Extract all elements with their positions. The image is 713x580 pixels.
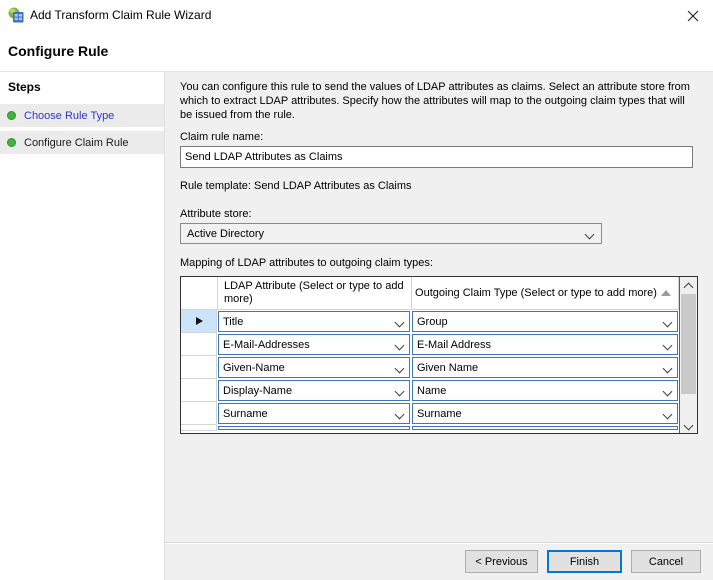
ldap-attribute-select[interactable]: Title xyxy=(218,311,410,332)
row-selector[interactable] xyxy=(181,333,217,356)
column-header-label: LDAP Attribute (Select or type to add mo… xyxy=(224,280,411,306)
outgoing-claim-type-cell: Group xyxy=(411,310,679,333)
previous-button[interactable]: < Previous xyxy=(465,550,538,573)
row-selector[interactable] xyxy=(181,379,217,402)
grid-scrollbar[interactable] xyxy=(679,277,697,433)
outgoing-claim-type-cell: Surname xyxy=(411,402,679,425)
window-title: Add Transform Claim Rule Wizard xyxy=(30,0,211,30)
chevron-down-icon xyxy=(395,318,405,328)
attribute-store-label: Attribute store: xyxy=(180,208,252,220)
chevron-down-icon xyxy=(663,410,673,420)
grid-header-row: LDAP Attribute (Select or type to add mo… xyxy=(181,277,679,310)
step-choose-rule-type[interactable]: Choose Rule Type xyxy=(0,104,164,127)
chevron-down-icon xyxy=(395,410,405,420)
attribute-store-select[interactable]: Active Directory xyxy=(180,223,602,244)
ldap-attribute-cell: Surname xyxy=(217,402,411,425)
outgoing-claim-type-value: Surname xyxy=(417,408,462,420)
ldap-attribute-value: Display-Name xyxy=(223,385,292,397)
title-bar: Add Transform Claim Rule Wizard xyxy=(0,0,713,30)
outgoing-claim-type-select[interactable]: E-Mail Address xyxy=(412,334,678,355)
ldap-attribute-select[interactable]: E-Mail-Addresses xyxy=(218,334,410,355)
table-row: E-Mail-Addresses E-Mail Address xyxy=(181,333,679,356)
button-bar: < Previous Finish Cancel xyxy=(465,550,701,573)
chevron-down-icon xyxy=(663,364,673,374)
claim-rule-name-label: Claim rule name: xyxy=(180,131,263,143)
ldap-attribute-select[interactable]: Display-Name xyxy=(218,380,410,401)
mapping-grid-body: LDAP Attribute (Select or type to add mo… xyxy=(181,277,679,433)
table-row-partial xyxy=(181,425,679,431)
ldap-attribute-value: E-Mail-Addresses xyxy=(223,339,310,351)
step-label: Choose Rule Type xyxy=(24,110,114,122)
mapping-label: Mapping of LDAP attributes to outgoing c… xyxy=(180,257,433,269)
page-title: Configure Rule xyxy=(8,43,108,59)
outgoing-claim-type-value: Group xyxy=(417,316,448,328)
table-row: Display-Name Name xyxy=(181,379,679,402)
row-selector[interactable] xyxy=(181,310,217,333)
outgoing-claim-type-select[interactable]: Surname xyxy=(412,403,678,424)
chevron-down-icon xyxy=(395,364,405,374)
row-selector xyxy=(181,425,217,431)
ldap-attribute-value: Given-Name xyxy=(223,362,285,374)
add-transform-claim-rule-wizard-dialog: Add Transform Claim Rule Wizard Configur… xyxy=(0,0,713,580)
chevron-down-icon xyxy=(585,230,595,240)
scrollbar-thumb[interactable] xyxy=(681,294,696,394)
outgoing-claim-type-cell: Given Name xyxy=(411,356,679,379)
outgoing-claim-type-value: Name xyxy=(417,385,446,397)
ldap-attribute-cell: E-Mail-Addresses xyxy=(217,333,411,356)
rule-template-text: Rule template: Send LDAP Attributes as C… xyxy=(180,180,412,192)
ldap-attribute-select[interactable]: Surname xyxy=(218,403,410,424)
ldap-attribute-value: Surname xyxy=(223,408,268,420)
scroll-down-icon[interactable] xyxy=(680,417,697,433)
ldap-attribute-cell: Title xyxy=(217,310,411,333)
outgoing-claim-type-cell: Name xyxy=(411,379,679,402)
claim-rule-name-input[interactable] xyxy=(180,146,693,168)
chevron-down-icon xyxy=(395,387,405,397)
column-header-ldap-attribute[interactable]: LDAP Attribute (Select or type to add mo… xyxy=(218,277,412,310)
ldap-attribute-select[interactable]: Given-Name xyxy=(218,357,410,378)
ldap-attribute-cell: Display-Name xyxy=(217,379,411,402)
outgoing-claim-type-select[interactable]: Name xyxy=(412,380,678,401)
outgoing-claim-type-value: Given Name xyxy=(417,362,478,374)
close-icon[interactable] xyxy=(686,9,700,23)
steps-header: Steps xyxy=(0,72,164,100)
chevron-down-icon xyxy=(663,387,673,397)
row-selector[interactable] xyxy=(181,356,217,379)
chevron-down-icon xyxy=(663,341,673,351)
finish-button[interactable]: Finish xyxy=(547,550,622,573)
step-status-icon xyxy=(7,138,16,147)
cancel-button[interactable]: Cancel xyxy=(631,550,701,573)
outgoing-claim-type-select[interactable]: Given Name xyxy=(412,357,678,378)
outgoing-claim-type-select[interactable]: Group xyxy=(412,311,678,332)
sort-ascending-icon xyxy=(661,290,671,296)
step-status-icon xyxy=(7,111,16,120)
chevron-down-icon xyxy=(395,341,405,351)
outgoing-claim-type-value: E-Mail Address xyxy=(417,339,491,351)
ldap-attribute-cell: Given-Name xyxy=(217,356,411,379)
step-configure-claim-rule: Configure Claim Rule xyxy=(0,131,164,154)
column-header-outgoing-claim-type[interactable]: Outgoing Claim Type (Select or type to a… xyxy=(412,277,679,310)
ldap-attribute-value: Title xyxy=(223,316,243,328)
current-row-indicator xyxy=(196,317,203,325)
chevron-down-icon xyxy=(663,318,673,328)
scroll-up-icon[interactable] xyxy=(680,277,697,293)
description-text: You can configure this rule to send the … xyxy=(180,80,692,122)
table-row: Title Group xyxy=(181,310,679,333)
table-row: Given-Name Given Name xyxy=(181,356,679,379)
outgoing-claim-type-cell: E-Mail Address xyxy=(411,333,679,356)
outgoing-claim-type-select xyxy=(412,426,678,430)
table-row: Surname Surname xyxy=(181,402,679,425)
ldap-attribute-cell xyxy=(217,425,411,431)
footer-divider xyxy=(165,542,713,543)
column-header-label: Outgoing Claim Type (Select or type to a… xyxy=(415,287,657,299)
outgoing-claim-type-cell xyxy=(411,425,679,431)
grid-corner-cell xyxy=(181,277,218,310)
steps-panel: Steps Choose Rule Type Configure Claim R… xyxy=(0,72,164,580)
step-label: Configure Claim Rule xyxy=(24,137,129,149)
row-selector[interactable] xyxy=(181,402,217,425)
claim-rule-icon xyxy=(8,7,24,23)
mapping-grid: LDAP Attribute (Select or type to add mo… xyxy=(180,276,698,434)
content-panel: You can configure this rule to send the … xyxy=(165,72,713,580)
ldap-attribute-select xyxy=(218,426,410,430)
attribute-store-value: Active Directory xyxy=(187,228,264,240)
